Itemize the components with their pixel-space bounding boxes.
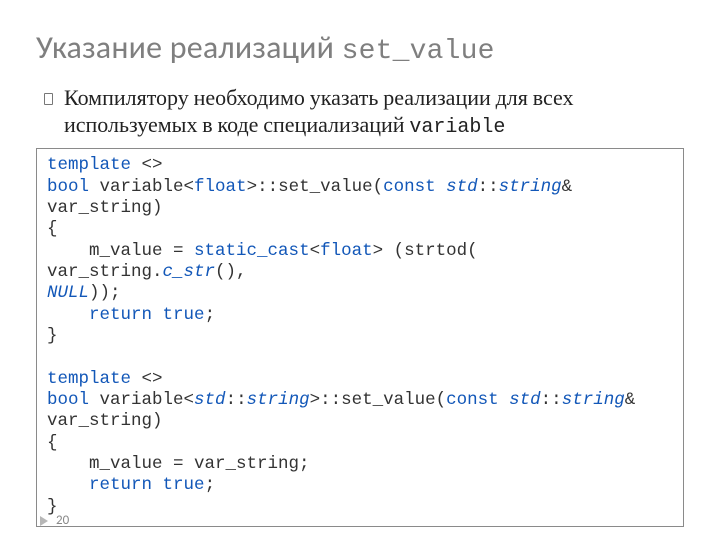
code-token	[152, 305, 163, 325]
footer: 20	[40, 513, 69, 528]
code-token: variable<	[89, 177, 194, 197]
code-token: true	[163, 305, 205, 325]
code-token: static_cast	[194, 241, 310, 261]
bullet-list: Компилятору необходимо указать реализаци…	[36, 85, 684, 140]
code-token: string	[499, 177, 562, 197]
page-number: 20	[56, 513, 69, 528]
code-token: <	[310, 241, 321, 261]
code-token: const	[446, 390, 499, 410]
code-token: m_value = var_string;	[47, 454, 310, 474]
code-token: true	[163, 475, 205, 495]
slide: Указание реализаций set_value Компилятор…	[0, 0, 720, 540]
code-token: {	[47, 433, 58, 453]
code-token	[47, 475, 89, 495]
code-token: string	[247, 390, 310, 410]
code-token: std	[509, 390, 541, 410]
code-token: >::set_value(	[247, 177, 384, 197]
code-token: std	[446, 177, 478, 197]
code-token: <>	[131, 155, 163, 175]
code-token	[152, 475, 163, 495]
code-token: float	[320, 241, 373, 261]
code-token: template	[47, 155, 131, 175]
code-token	[47, 305, 89, 325]
code-token: c_str	[163, 262, 216, 282]
code-token: const	[383, 177, 436, 197]
code-token: return	[89, 475, 152, 495]
code-token: ));	[89, 283, 121, 303]
bullet-mono: variable	[409, 116, 505, 139]
code-token: (),	[215, 262, 257, 282]
code-token	[436, 177, 447, 197]
code-block: template <> bool variable<float>::set_va…	[36, 148, 684, 527]
code-token: template	[47, 369, 131, 389]
code-token: variable<	[89, 390, 194, 410]
code-token: return	[89, 305, 152, 325]
code-token	[499, 390, 510, 410]
code-token: ;	[205, 475, 216, 495]
code-token: {	[47, 219, 58, 239]
code-token: var_string)	[47, 411, 163, 431]
title-mono: set_value	[342, 36, 495, 67]
code-token: m_value =	[47, 241, 194, 261]
code-token: float	[194, 177, 247, 197]
code-token: std	[194, 390, 226, 410]
code-token: ::	[478, 177, 499, 197]
code-token: bool	[47, 390, 89, 410]
code-token: ;	[205, 305, 216, 325]
code-token: &	[625, 390, 646, 410]
code-token: string	[562, 390, 625, 410]
bullet-item: Компилятору необходимо указать реализаци…	[62, 85, 684, 140]
title-text: Указание реализаций	[36, 28, 342, 67]
code-token: ::	[226, 390, 247, 410]
code-token: >::set_value(	[310, 390, 447, 410]
code-token: }	[47, 326, 58, 346]
page-title: Указание реализаций set_value	[36, 28, 684, 67]
code-token: <>	[131, 369, 163, 389]
triangle-icon	[40, 516, 48, 526]
code-token: NULL	[47, 283, 89, 303]
code-token: ::	[541, 390, 562, 410]
code-token: bool	[47, 177, 89, 197]
